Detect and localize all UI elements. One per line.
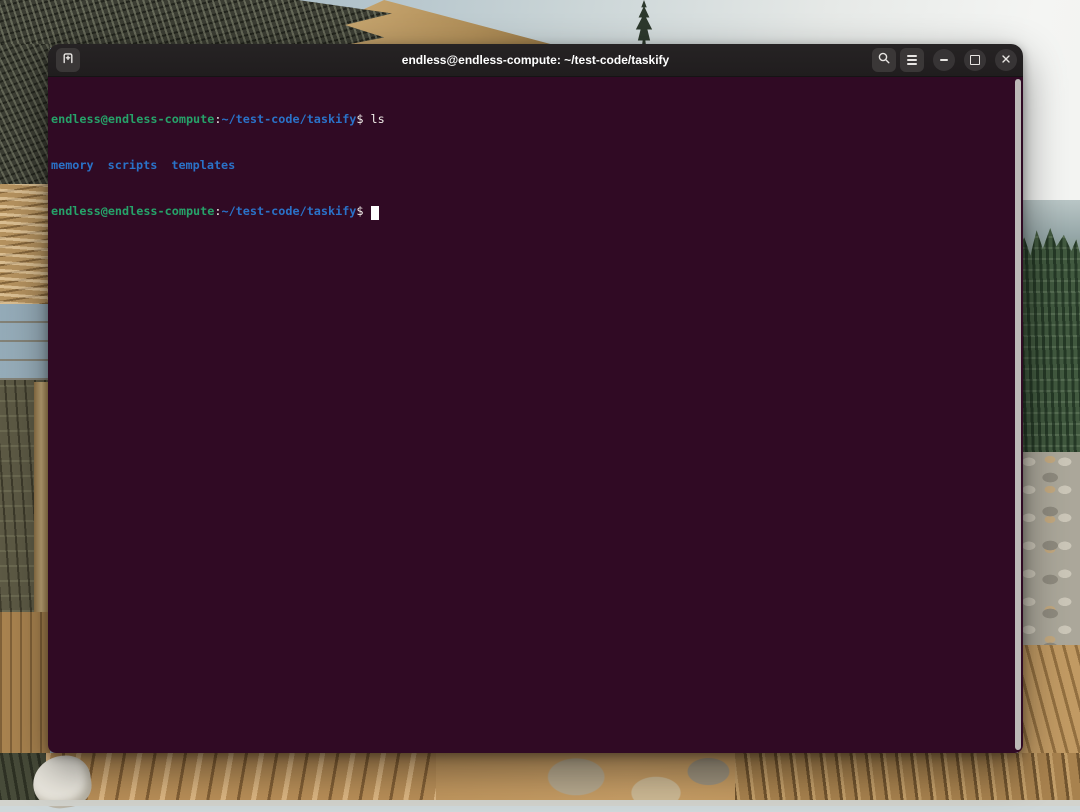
maximize-icon [970,55,980,65]
wallpaper-rocky-slope [1018,452,1080,648]
titlebar[interactable]: endless@endless-compute: ~/test-code/tas… [48,44,1023,77]
search-button[interactable] [872,48,896,72]
terminal-line-prompt-current: endless@endless-compute:~/test-code/task… [51,204,1009,219]
prompt-user-host: endless@endless-compute [51,112,214,126]
terminal-line-output: memory scripts templates [51,158,1009,173]
wallpaper-bottom-edge [0,800,1080,806]
wallpaper-beam [0,304,50,380]
wallpaper-branches [0,0,392,48]
titlebar-controls [870,48,1017,72]
new-tab-button[interactable] [56,48,80,72]
menu-icon [907,55,917,65]
directory-name: templates [171,158,235,172]
prompt-user-host: endless@endless-compute [51,204,214,218]
wallpaper-leaning-planks [46,753,436,806]
wallpaper-shingles [0,184,50,304]
command-text: ls [371,112,385,126]
directory-name: memory [51,158,94,172]
search-icon [877,51,891,70]
terminal-cursor [371,206,379,220]
maximize-button[interactable] [964,49,986,71]
wallpaper-branches-left [0,44,50,184]
wallpaper-board-wall [735,753,1080,806]
wallpaper-forest [1018,228,1080,458]
terminal-window: endless@endless-compute: ~/test-code/tas… [48,44,1023,753]
menu-button[interactable] [900,48,924,72]
directory-name: scripts [108,158,158,172]
prompt-symbol: $ [356,204,363,218]
terminal-screen[interactable]: endless@endless-compute:~/test-code/task… [48,77,1023,753]
terminal-line-prompt-ls: endless@endless-compute:~/test-code/task… [51,112,1009,127]
new-tab-icon [60,50,76,71]
scrollbar[interactable] [1015,79,1021,750]
prompt-path: ~/test-code/taskify [221,204,356,218]
close-button[interactable] [995,49,1017,71]
minimize-button[interactable] [933,49,955,71]
close-icon [1001,51,1011,69]
wallpaper-stones [530,753,740,806]
prompt-symbol: $ [356,112,363,126]
prompt-path: ~/test-code/taskify [221,112,356,126]
wallpaper-wood-base [0,612,50,755]
window-title: endless@endless-compute: ~/test-code/tas… [402,53,669,67]
minimize-icon [940,59,948,61]
